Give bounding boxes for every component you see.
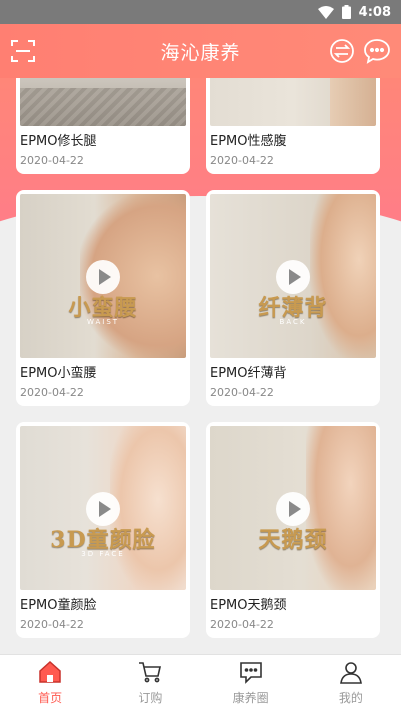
home-icon — [39, 660, 61, 683]
video-card[interactable]: EPMO性感腹 2020-04-22 — [206, 78, 380, 174]
bottom-tab-bar: 首页 订购 康养圈 我的 — [0, 654, 401, 710]
video-title: EPMO修长腿 — [20, 134, 97, 149]
video-overlay-subtitle: 3D FACE — [81, 550, 125, 558]
user-icon — [339, 662, 362, 684]
scan-icon[interactable] — [10, 38, 36, 64]
video-title: EPMO童颜脸 — [20, 598, 97, 613]
tab-profile[interactable]: 我的 — [301, 655, 401, 710]
video-title: EPMO天鹅颈 — [210, 598, 287, 613]
tab-label: 我的 — [338, 691, 363, 705]
switch-icon[interactable] — [329, 38, 355, 64]
video-card[interactable]: 3D童颜脸 3D FACE EPMO童颜脸 2020-04-22 — [16, 422, 190, 638]
video-card[interactable]: EPMO修长腿 2020-04-22 — [16, 78, 190, 174]
battery-icon — [341, 5, 351, 19]
tab-community[interactable]: 康养圈 — [201, 655, 301, 710]
video-date: 2020-04-22 — [20, 386, 84, 399]
tab-home[interactable]: 首页 — [0, 655, 100, 710]
video-date: 2020-04-22 — [20, 618, 84, 631]
cart-icon — [139, 662, 162, 683]
video-title: EPMO性感腹 — [210, 134, 287, 149]
tab-label: 订购 — [138, 691, 163, 705]
video-date: 2020-04-22 — [210, 154, 274, 167]
app-header: 海沁康养 — [0, 24, 401, 78]
video-grid[interactable]: EPMO修长腿 2020-04-22 EPMO性感腹 2020-04-22 小蛮… — [0, 78, 401, 654]
video-date: 2020-04-22 — [210, 618, 274, 631]
tab-order[interactable]: 订购 — [100, 655, 200, 710]
video-thumbnail[interactable]: 3D童颜脸 3D FACE — [20, 426, 186, 590]
tab-label: 首页 — [38, 691, 63, 705]
video-thumbnail[interactable] — [210, 78, 376, 126]
wifi-icon — [317, 5, 334, 19]
status-time: 4:08 — [358, 4, 391, 20]
play-icon[interactable] — [276, 260, 310, 294]
video-thumbnail[interactable]: 小蛮腰 WAIST — [20, 194, 186, 358]
tab-label: 康养圈 — [232, 691, 269, 705]
video-overlay-subtitle: BACK — [279, 318, 307, 326]
video-card[interactable]: 天鹅颈 EPMO天鹅颈 2020-04-22 — [206, 422, 380, 638]
video-card[interactable]: 小蛮腰 WAIST EPMO小蛮腰 2020-04-22 — [16, 190, 190, 406]
video-thumbnail[interactable] — [20, 78, 186, 126]
video-title: EPMO小蛮腰 — [20, 366, 97, 381]
video-date: 2020-04-22 — [20, 154, 84, 167]
video-title: EPMO纤薄背 — [210, 366, 287, 381]
play-icon[interactable] — [86, 260, 120, 294]
status-bar: 4:08 — [0, 0, 401, 24]
play-icon[interactable] — [86, 492, 120, 526]
page-title: 海沁康养 — [160, 41, 241, 64]
video-card[interactable]: 纤薄背 BACK EPMO纤薄背 2020-04-22 — [206, 190, 380, 406]
video-thumbnail[interactable]: 天鹅颈 — [210, 426, 376, 590]
chat-icon[interactable] — [363, 37, 391, 65]
message-icon — [239, 662, 262, 684]
play-icon[interactable] — [276, 492, 310, 526]
video-thumbnail[interactable]: 纤薄背 BACK — [210, 194, 376, 358]
video-overlay-title: 天鹅颈 — [258, 527, 328, 553]
video-overlay-subtitle: WAIST — [86, 318, 120, 326]
video-date: 2020-04-22 — [210, 386, 274, 399]
